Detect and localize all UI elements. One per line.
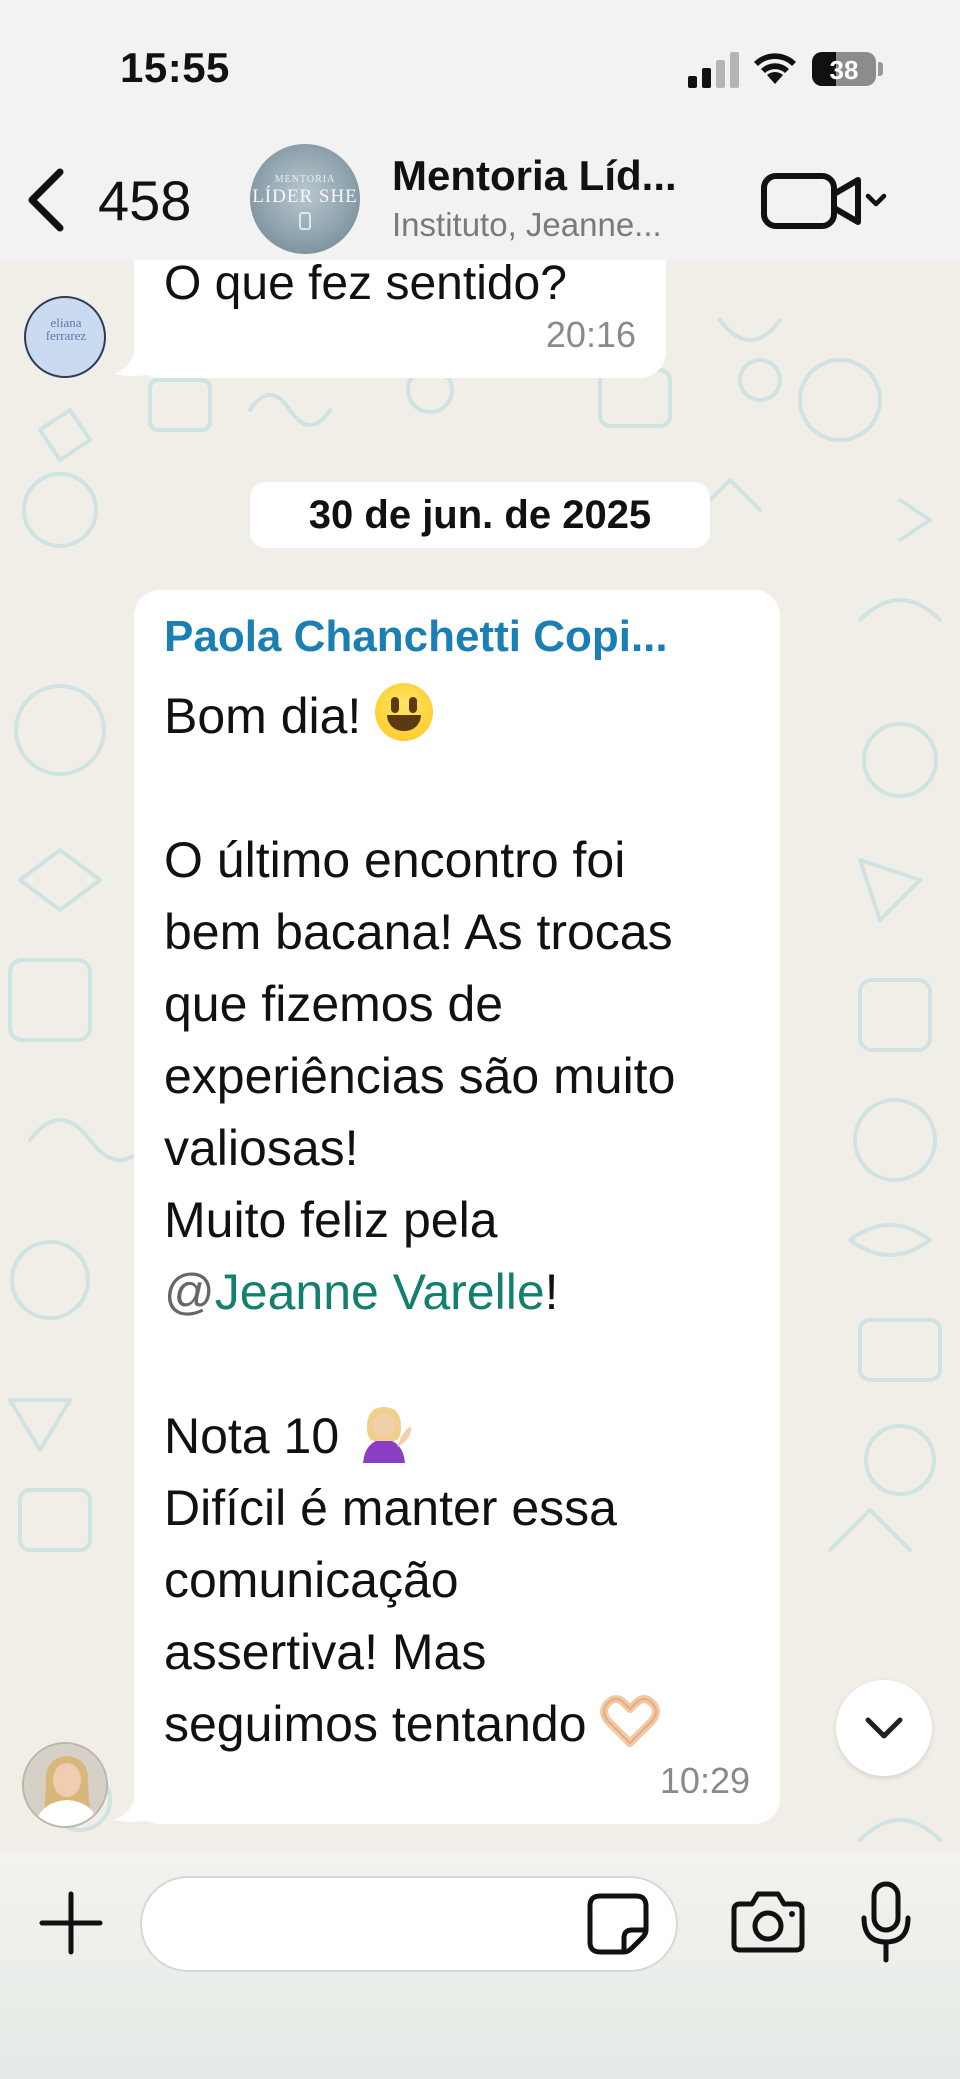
mention-at: @	[164, 1264, 215, 1320]
message-time: 10:29	[659, 1760, 750, 1801]
back-button[interactable]: 458	[22, 162, 202, 238]
message-line: que fizemos de	[164, 976, 504, 1032]
avatar-logo-mark	[299, 212, 311, 230]
chat-subtitle[interactable]: Instituto, Jeanne...	[392, 206, 662, 244]
chevron-down-icon	[865, 1717, 903, 1739]
avatar-photo	[24, 1744, 106, 1826]
battery-level: 38	[829, 55, 859, 85]
chat-area[interactable]: O que fez sentido? 20:16 eliana ferrarez…	[0, 260, 960, 1850]
wifi-icon	[754, 53, 796, 84]
unread-count: 458	[98, 169, 192, 232]
mention-link[interactable]: Jeanne Varelle	[215, 1264, 545, 1320]
group-avatar[interactable]: MENTORIA LÍDER SHE	[250, 144, 360, 254]
message-bubble[interactable]: O que fez sentido? 20:16	[134, 260, 666, 378]
heart-hands-emoji-icon	[600, 1695, 661, 1747]
message-line: experiências são muito	[164, 1048, 676, 1104]
sender-avatar[interactable]	[22, 1742, 108, 1828]
message-text: O que fez sentido?	[164, 260, 567, 310]
message-time: 20:16	[545, 314, 636, 355]
mention-line: @Jeanne Varelle!	[164, 1256, 764, 1328]
message-line: Nota 10	[164, 1400, 764, 1472]
message-line: Difícil é manter essa	[164, 1480, 617, 1536]
scroll-to-bottom-button[interactable]	[836, 1680, 932, 1776]
date-separator: 30 de jun. de 2025	[250, 482, 710, 548]
message-line: seguimos tentando	[164, 1688, 764, 1760]
message-line: valiosas!	[164, 1120, 359, 1176]
message-line: bem bacana! As trocas	[164, 904, 673, 960]
chat-title[interactable]: Mentoria Líd...	[392, 152, 677, 200]
avatar-logo-main: LÍDER SHE	[252, 186, 358, 207]
sender-name[interactable]: Paola Chanchetti Copi...	[164, 612, 668, 662]
message-line: Bom dia!	[164, 680, 764, 752]
plus-icon[interactable]	[38, 1890, 104, 1956]
bubble-tail	[114, 344, 152, 376]
message-text: Bom dia! O último encontro foi bem bacan…	[164, 680, 764, 1760]
microphone-icon[interactable]	[856, 1880, 916, 1966]
message-bubble[interactable]: Paola Chanchetti Copi... Bom dia! O últi…	[134, 590, 780, 1824]
status-bar: 15:55 38	[0, 0, 960, 140]
message-line: Muito feliz pela	[164, 1192, 498, 1248]
battery-icon: 38	[812, 52, 876, 86]
smiley-emoji-icon	[375, 683, 434, 741]
battery-tip	[878, 62, 883, 76]
sender-avatar[interactable]: eliana ferrarez	[24, 296, 106, 378]
chat-header: 458 MENTORIA LÍDER SHE Mentoria Líd... I…	[0, 140, 960, 260]
message-line: assertiva! Mas	[164, 1624, 487, 1680]
sticker-icon[interactable]	[584, 1890, 652, 1958]
signal-icon	[688, 52, 739, 88]
message-line: O último encontro foi	[164, 832, 626, 888]
video-call-icon[interactable]	[760, 166, 890, 236]
input-bar	[0, 1850, 960, 2079]
avatar-logo-small: MENTORIA	[274, 174, 336, 185]
mention-suffix: !	[544, 1264, 559, 1320]
tipping-hand-person-emoji-icon	[363, 1407, 412, 1463]
bubble-tail	[114, 1790, 152, 1822]
status-time: 15:55	[120, 44, 230, 91]
message-line: comunicação	[164, 1552, 459, 1608]
back-chevron-icon	[28, 168, 64, 232]
avatar-logo-text: eliana ferrarez	[45, 315, 87, 343]
camera-icon[interactable]	[730, 1886, 806, 1956]
